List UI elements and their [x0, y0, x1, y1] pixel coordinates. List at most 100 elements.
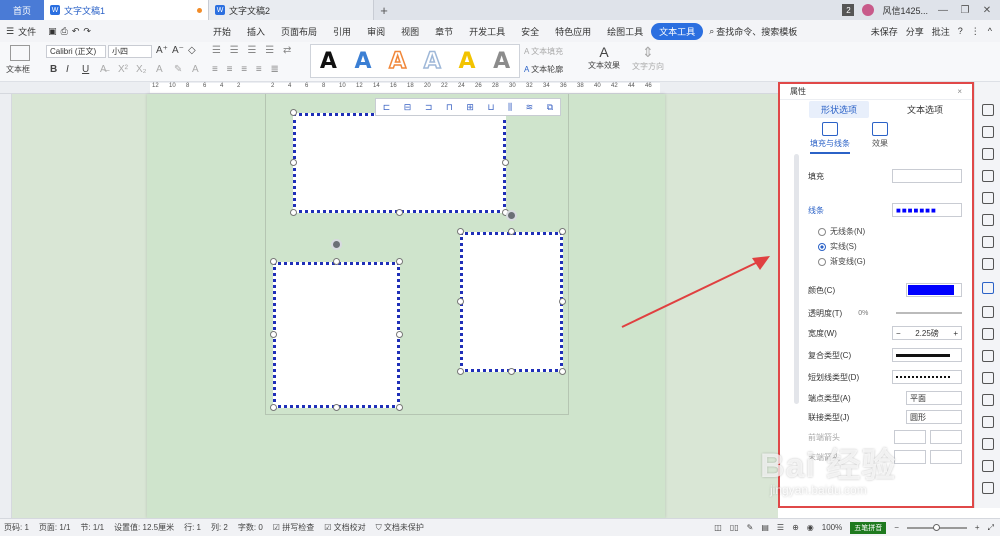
cap-row[interactable]: 端点类型(A) 平面 [808, 389, 962, 407]
dash-select[interactable] [892, 370, 962, 384]
resize-handle[interactable] [396, 258, 403, 265]
resize-handle[interactable] [502, 159, 509, 166]
resize-handle[interactable] [396, 404, 403, 411]
status-pages[interactable]: 页面: 1/1 [39, 522, 71, 533]
fullscreen-icon[interactable]: ⤢ [988, 523, 994, 533]
resize-handle[interactable] [457, 298, 464, 305]
minimize-icon[interactable]: — [936, 5, 950, 16]
resize-handle[interactable] [396, 331, 403, 338]
help-icon[interactable]: ? [958, 26, 963, 36]
vertical-ruler[interactable] [0, 94, 12, 518]
width-row[interactable]: 宽度(W) − 2.25磅 + [808, 324, 962, 342]
line-row[interactable]: 线条 ■■■■■■■ [808, 201, 962, 219]
menu-insert[interactable]: 插入 [239, 25, 273, 38]
document-canvas[interactable] [12, 94, 778, 518]
menu-start[interactable]: 开始 [205, 25, 239, 38]
bold-button[interactable]: B [50, 64, 57, 75]
compound-select[interactable] [892, 348, 962, 362]
transparency-slider[interactable] [896, 312, 962, 314]
minus-icon[interactable]: − [896, 329, 901, 338]
color-row[interactable]: 颜色(C) [808, 281, 962, 299]
join-row[interactable]: 联接类型(J) 圆形 [808, 408, 962, 426]
strikethrough-icon[interactable]: A̶ [100, 64, 107, 75]
menu-view[interactable]: 视图 [393, 25, 427, 38]
resize-handle[interactable] [457, 228, 464, 235]
ime-indicator[interactable]: 五笔拼音 [850, 521, 887, 534]
compound-row[interactable]: 复合类型(C) [808, 346, 962, 364]
resize-handle[interactable] [559, 368, 566, 375]
style-preset-1[interactable]: A [320, 49, 337, 74]
maximize-icon[interactable]: ❐ [958, 5, 972, 16]
gradient-line-option[interactable]: 渐变线(G) [818, 256, 866, 267]
highlight-icon[interactable]: ✎ [174, 64, 182, 75]
char-shading-icon[interactable]: A [192, 64, 199, 75]
arrow-front-select[interactable] [894, 430, 926, 444]
text-direction-button[interactable]: ⇕ 文字方向 [630, 44, 666, 72]
zoom-knob[interactable] [932, 523, 940, 531]
document-icon[interactable] [982, 394, 994, 406]
align-right-icon[interactable]: ⊐ [425, 102, 433, 113]
export-icon[interactable] [982, 350, 994, 362]
font-shrink-icon[interactable]: A⁻ [172, 45, 184, 56]
hamburger-icon[interactable]: ☰ [6, 26, 14, 37]
resize-handle[interactable] [559, 298, 566, 305]
font-color-icon[interactable]: A [156, 64, 163, 75]
dash-row[interactable]: 短划线类型(D) [808, 368, 962, 386]
horizontal-ruler[interactable]: 12 10 8 6 4 2 2 4 6 8 10 12 14 16 18 20 … [0, 82, 778, 94]
distribute-vertical-icon[interactable]: ≋ [526, 102, 534, 113]
properties-icon[interactable] [982, 282, 994, 294]
menu-layout[interactable]: 页面布局 [273, 25, 325, 38]
no-line-option[interactable]: 无线条(N) [818, 226, 865, 237]
resize-handle[interactable] [559, 228, 566, 235]
arrow-front-size-select[interactable] [930, 430, 962, 444]
layout-icon[interactable] [982, 236, 994, 248]
align-middle-icon[interactable]: ⊞ [466, 102, 474, 113]
location-icon[interactable] [982, 148, 994, 160]
menu-text-tools[interactable]: 文本工具 [651, 22, 704, 40]
close-icon[interactable]: ✕ [980, 5, 994, 16]
style-preset-3[interactable]: A [388, 48, 407, 75]
menu-reference[interactable]: 引用 [325, 25, 359, 38]
italic-button[interactable]: I [66, 64, 69, 75]
superscript-icon[interactable]: X² [118, 64, 128, 75]
zoom-slider[interactable] [906, 523, 967, 531]
paragraph-tools-row1[interactable]: ☰ ☰ ☰ ☰ ⇄ [212, 45, 294, 56]
menu-review[interactable]: 审阅 [359, 25, 393, 38]
rotate-handle-icon[interactable] [506, 210, 517, 221]
arrow-end-select[interactable] [894, 450, 926, 464]
proof-button[interactable]: ☑ 文档校对 [324, 522, 365, 533]
protect-button[interactable]: ⛉ 文档未保护 [376, 522, 424, 533]
rectangle-shape-top[interactable] [293, 113, 506, 213]
search-icon[interactable]: ⌕ [709, 26, 714, 37]
resize-handle[interactable] [333, 404, 340, 411]
align-left-icon[interactable]: ⊏ [383, 102, 391, 113]
font-grow-icon[interactable]: A⁺ [156, 45, 168, 56]
clear-format-icon[interactable]: ◇ [188, 45, 196, 56]
menu-special[interactable]: 特色应用 [547, 25, 599, 38]
chart-icon[interactable] [982, 258, 994, 270]
solid-line-option[interactable]: 实线(S) [818, 241, 857, 252]
split-view-icon[interactable]: ◫ [714, 523, 722, 532]
style-preset-2[interactable]: A [354, 49, 371, 74]
font-size-select[interactable]: 小四 [108, 45, 152, 58]
width-stepper[interactable]: − 2.25磅 + [892, 326, 962, 340]
resize-handle[interactable] [396, 209, 403, 216]
menu-security[interactable]: 安全 [513, 25, 547, 38]
resize-handle[interactable] [270, 258, 277, 265]
menu-chapter[interactable]: 章节 [427, 25, 461, 38]
align-bottom-icon[interactable]: ⊔ [487, 102, 494, 113]
text-outline-button[interactable]: A 文本轮廓 [524, 64, 563, 75]
tab-text-options[interactable]: 文本选项 [907, 103, 943, 116]
copy-icon[interactable] [982, 328, 994, 340]
cursor-icon[interactable] [982, 126, 994, 138]
reading-view-icon[interactable]: ▯▯ [730, 523, 739, 532]
resize-handle[interactable] [457, 368, 464, 375]
resize-handle[interactable] [270, 331, 277, 338]
zoom-in-icon[interactable]: + [975, 523, 980, 532]
tab-home[interactable]: 首页 [0, 0, 44, 20]
underline-button[interactable]: U [82, 64, 89, 75]
distribute-horizontal-icon[interactable]: ⫼ [508, 102, 512, 113]
redo-icon[interactable]: ↷ [83, 26, 91, 37]
style-preset-4[interactable]: A [423, 48, 442, 75]
save-icon[interactable]: ▣ [48, 26, 57, 37]
